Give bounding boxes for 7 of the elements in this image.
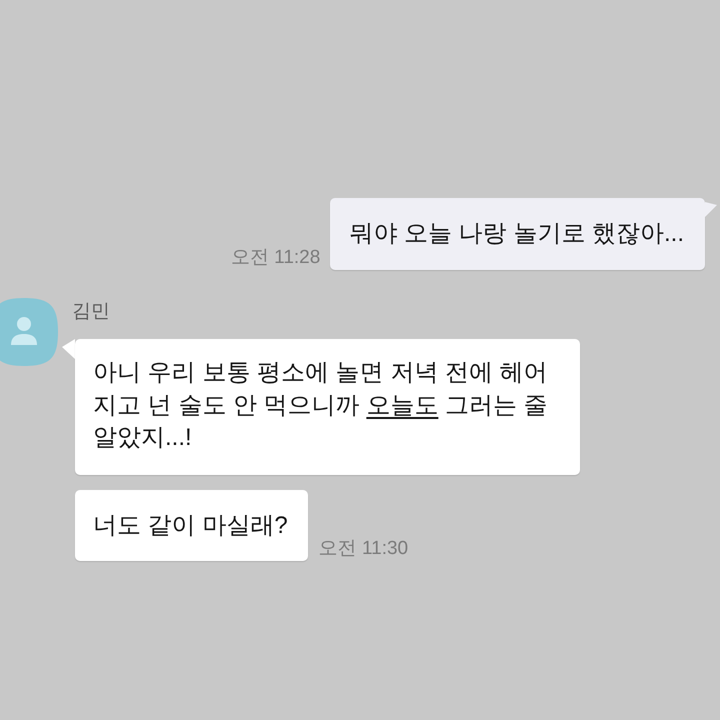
message-text: 아니 우리 보통 평소에 놀면 저녁 전에 헤어지고 넌 술도 안 먹으니까 오늘도 그러는 줄 알았지...! xyxy=(93,358,549,453)
sender-name: 김민 xyxy=(72,300,110,324)
avatar-icon[interactable] xyxy=(0,298,58,366)
timestamp: 오전 11:30 xyxy=(318,538,408,560)
timestamp: 오전 11:28 xyxy=(230,247,320,269)
message-text: 뭐야 오늘 나랑 놀기로 했잖아... xyxy=(349,219,684,249)
message-text: 너도 같이 마실래? xyxy=(93,510,288,540)
